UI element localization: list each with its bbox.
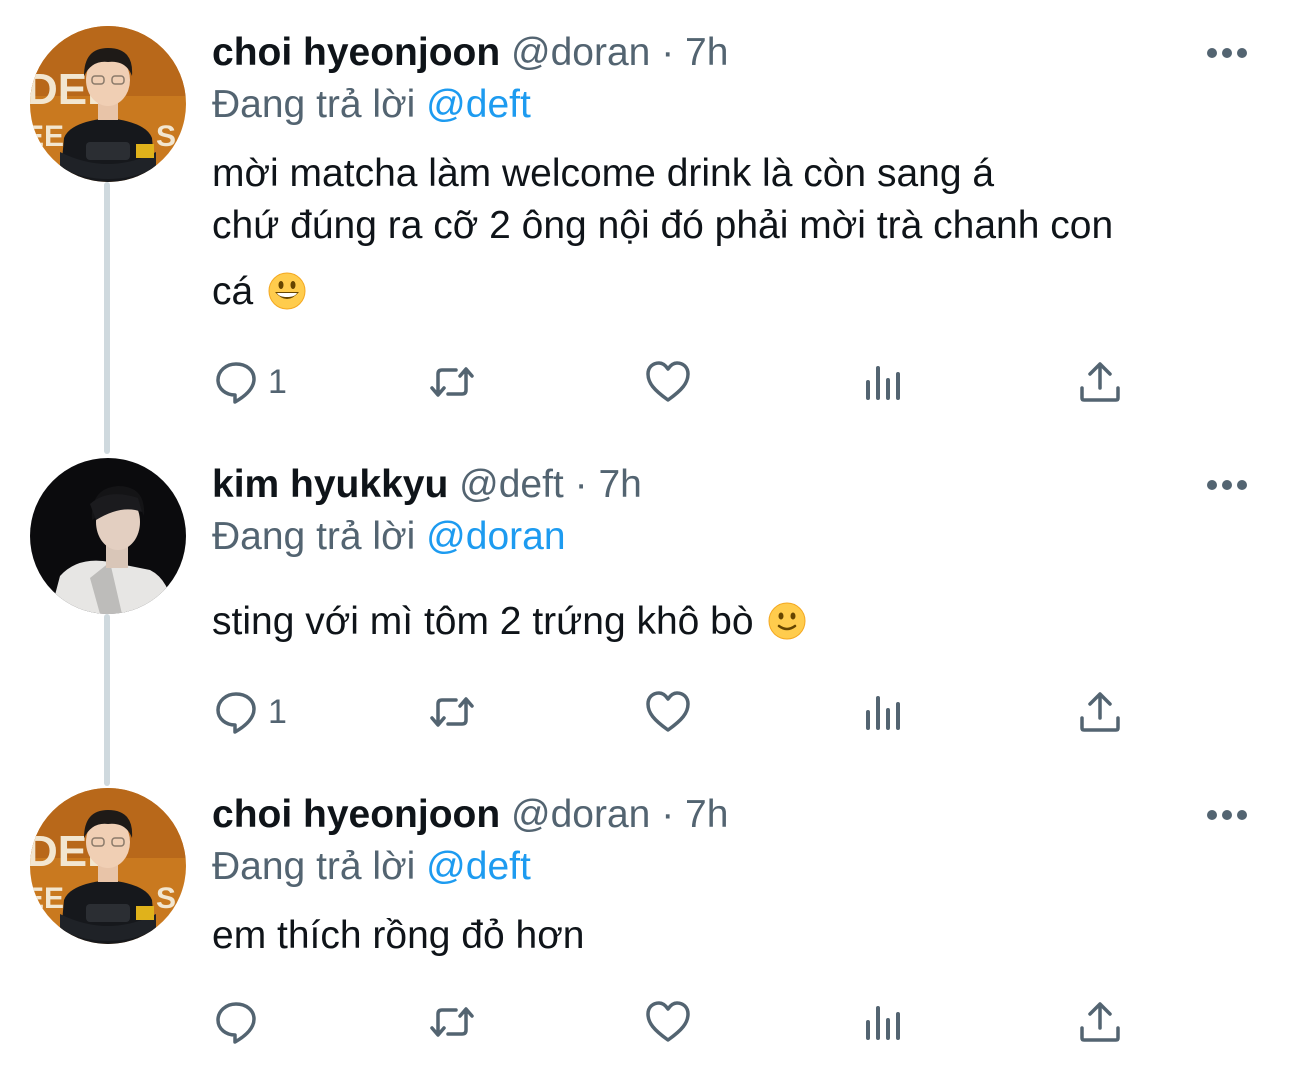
share-icon xyxy=(1080,692,1120,732)
like-button[interactable] xyxy=(644,684,692,740)
separator-dot: · xyxy=(661,31,675,74)
views-icon xyxy=(866,1006,900,1040)
share-button[interactable] xyxy=(1076,994,1124,1050)
replying-to: Đang trả lời @deft xyxy=(212,844,531,890)
share-icon xyxy=(1080,1002,1120,1042)
text-line: cá xyxy=(212,270,254,313)
replying-to: Đang trả lời @deft xyxy=(212,82,531,128)
tweet-text: mời matcha làm welcome drink là còn sang… xyxy=(212,148,1113,318)
author-name[interactable]: choi hyeonjoon xyxy=(212,31,500,74)
mention-link[interactable]: @deft xyxy=(426,83,531,126)
like-button[interactable] xyxy=(644,994,692,1050)
mention-link[interactable]: @doran xyxy=(426,515,565,558)
avatar[interactable]: DEL EE S xyxy=(30,26,186,182)
share-icon xyxy=(1080,362,1120,402)
retweet-button[interactable] xyxy=(428,684,476,740)
retweet-icon xyxy=(430,1007,474,1037)
author-handle[interactable]: @deft xyxy=(459,463,564,506)
replying-to-label: Đang trả lời xyxy=(212,515,416,558)
views-button[interactable] xyxy=(860,354,908,410)
reply-count: 1 xyxy=(268,692,287,731)
replying-to: Đang trả lời @doran xyxy=(212,514,566,560)
text-line-with-emoji: cá xyxy=(212,266,1113,318)
more-icon[interactable] xyxy=(1206,478,1248,492)
avatar[interactable] xyxy=(30,458,186,614)
timestamp[interactable]: 7h xyxy=(685,793,728,836)
reply-icon xyxy=(216,362,256,404)
views-icon xyxy=(866,696,900,730)
reply-icon xyxy=(216,692,256,734)
retweet-icon xyxy=(430,367,474,397)
text-line: mời matcha làm welcome drink là còn sang… xyxy=(212,152,995,195)
retweet-icon xyxy=(430,697,474,727)
reply-count: 1 xyxy=(268,362,287,401)
text-line: chứ đúng ra cỡ 2 ông nội đó phải mời trà… xyxy=(212,204,1114,247)
tweet-text: sting với mì tôm 2 trứng khô bò xyxy=(212,596,806,648)
author-name[interactable]: choi hyeonjoon xyxy=(212,793,500,836)
svg-text:S: S xyxy=(156,882,176,915)
text-line: sting với mì tôm 2 trứng khô bò xyxy=(212,600,754,643)
replying-to-label: Đang trả lời xyxy=(212,83,416,126)
retweet-button[interactable] xyxy=(428,354,476,410)
timestamp[interactable]: 7h xyxy=(598,463,641,506)
text-line: em thích rồng đỏ hơn xyxy=(212,914,585,957)
svg-text:EE: EE xyxy=(30,882,64,915)
views-button[interactable] xyxy=(860,684,908,740)
action-bar: 1 xyxy=(0,684,1290,740)
reply-button[interactable] xyxy=(212,994,260,1050)
action-bar xyxy=(0,994,1290,1050)
reply-button[interactable]: 1 xyxy=(212,354,287,410)
grinning-face-emoji xyxy=(268,272,306,310)
tweet-text: em thích rồng đỏ hơn xyxy=(212,910,584,962)
tweet-header: kim hyukkyu @deft · 7h xyxy=(212,462,642,508)
timestamp[interactable]: 7h xyxy=(685,31,728,74)
tweet-header: choi hyeonjoon @doran · 7h xyxy=(212,30,728,76)
slightly-smiling-face-emoji xyxy=(768,602,806,640)
share-button[interactable] xyxy=(1076,684,1124,740)
like-icon xyxy=(646,1001,690,1042)
tweet-header: choi hyeonjoon @doran · 7h xyxy=(212,792,728,838)
author-name[interactable]: kim hyukkyu xyxy=(212,463,448,506)
retweet-button[interactable] xyxy=(428,994,476,1050)
like-button[interactable] xyxy=(644,354,692,410)
share-button[interactable] xyxy=(1076,354,1124,410)
more-icon[interactable] xyxy=(1206,808,1248,822)
reply-button[interactable]: 1 xyxy=(212,684,287,740)
thread-line xyxy=(104,182,110,454)
views-icon xyxy=(866,366,900,400)
svg-text:S: S xyxy=(156,120,176,153)
svg-text:EE: EE xyxy=(30,120,64,153)
author-handle[interactable]: @doran xyxy=(511,793,650,836)
author-handle[interactable]: @doran xyxy=(511,31,650,74)
like-icon xyxy=(646,361,690,402)
avatar[interactable]: DEL EE S xyxy=(30,788,186,944)
separator-dot: · xyxy=(661,793,675,836)
views-button[interactable] xyxy=(860,994,908,1050)
action-bar: 1 xyxy=(0,354,1290,410)
replying-to-label: Đang trả lời xyxy=(212,845,416,888)
mention-link[interactable]: @deft xyxy=(426,845,531,888)
like-icon xyxy=(646,691,690,732)
more-icon[interactable] xyxy=(1206,46,1248,60)
reply-icon xyxy=(216,1002,256,1044)
separator-dot: · xyxy=(574,463,588,506)
